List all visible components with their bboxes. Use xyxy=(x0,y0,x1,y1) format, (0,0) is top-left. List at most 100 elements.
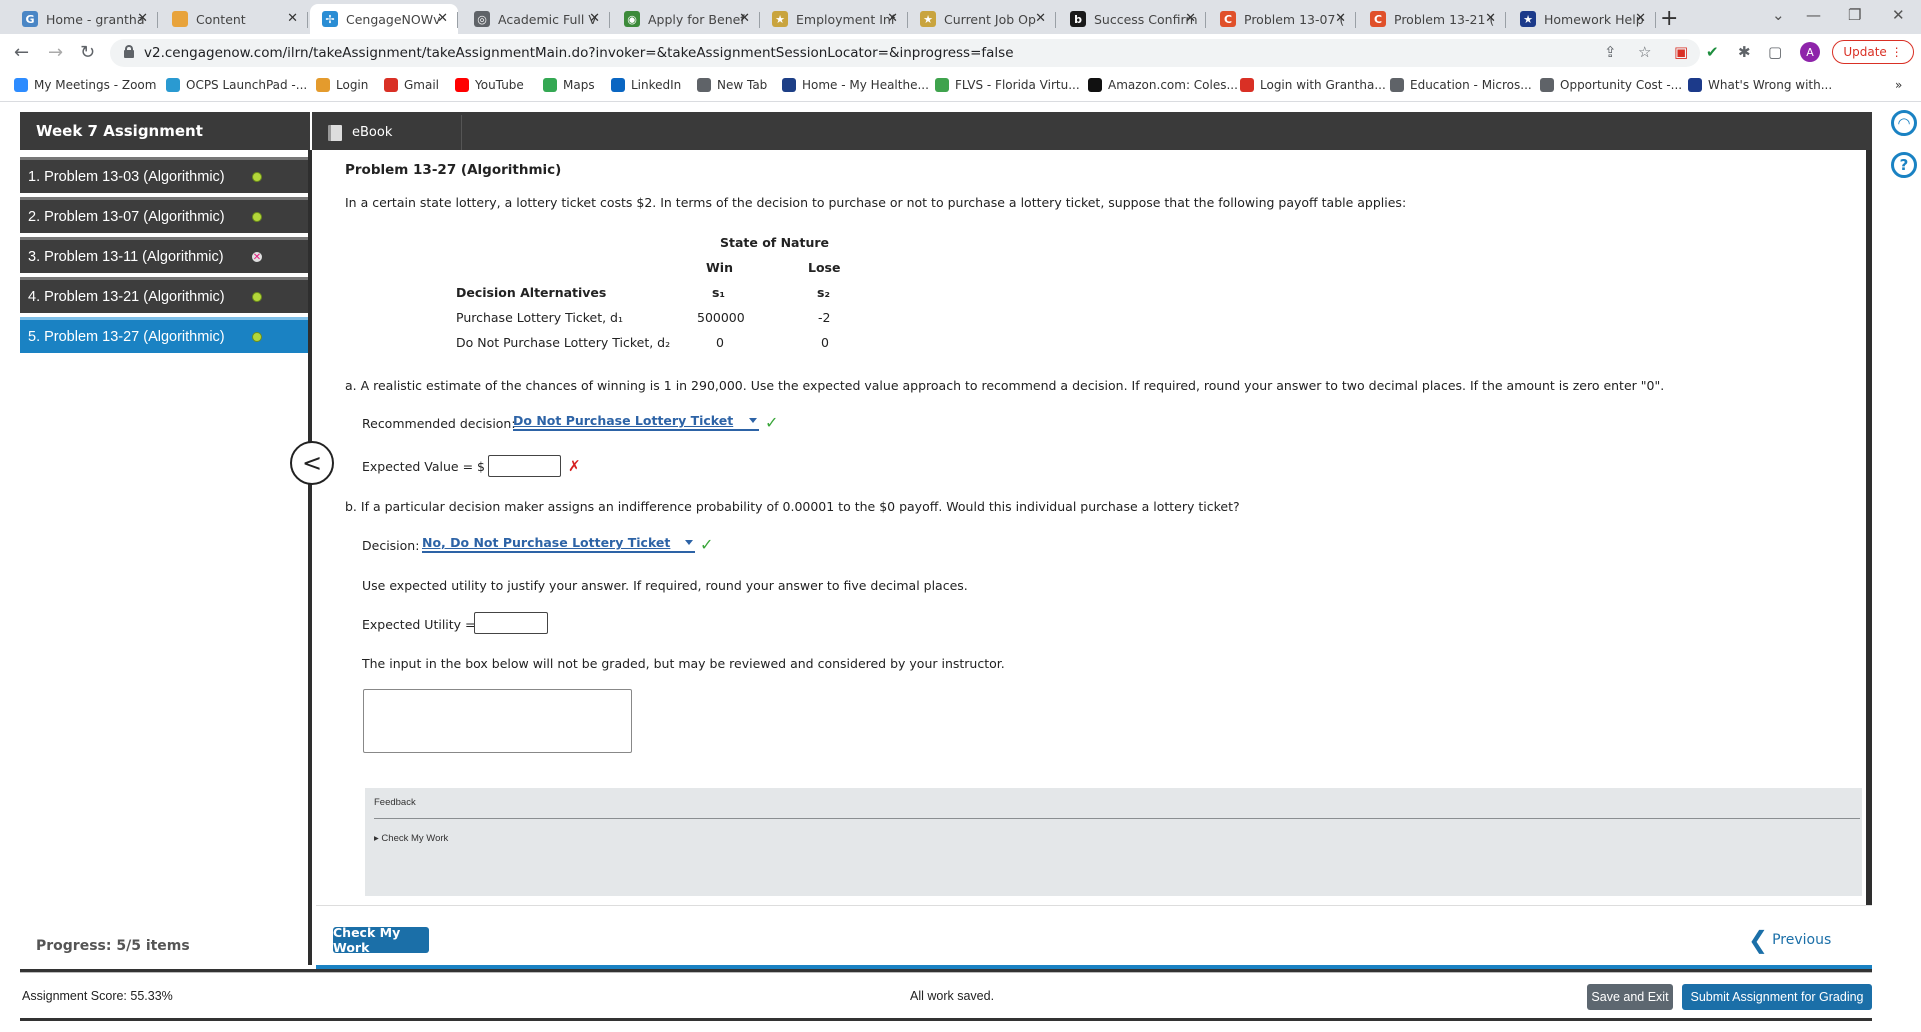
bookmark-item[interactable]: What's Wrong with... xyxy=(1688,78,1832,92)
tab-separator xyxy=(1355,12,1356,28)
nav-divider xyxy=(308,150,312,965)
problem-nav-item[interactable]: 2. Problem 13-07 (Algorithmic) xyxy=(20,197,310,233)
more-bookmarks-icon[interactable]: » xyxy=(1895,78,1902,92)
bookmark-item[interactable]: LinkedIn xyxy=(611,78,681,92)
bookmark-item[interactable]: YouTube xyxy=(455,78,524,92)
save-and-exit-button[interactable]: Save and Exit xyxy=(1587,984,1673,1010)
problem-nav-item[interactable]: 5. Problem 13-27 (Algorithmic) xyxy=(20,317,310,353)
tab-separator xyxy=(1055,12,1056,28)
restore-icon[interactable]: ❐ xyxy=(1848,6,1861,24)
bookmark-star-icon[interactable]: ☆ xyxy=(1638,43,1651,61)
row2-win: 0 xyxy=(716,335,724,350)
feedback-check-toggle[interactable]: ▸ Check My Work xyxy=(374,833,448,844)
bookmark-item[interactable]: Login with Grantha... xyxy=(1240,78,1386,92)
pdf-extension-icon[interactable]: ▣ xyxy=(1674,43,1688,61)
tab-search-icon[interactable]: ⌄ xyxy=(1772,6,1785,24)
bookmark-item[interactable]: Gmail xyxy=(384,78,439,92)
bookmark-item[interactable]: Login xyxy=(316,78,368,92)
side-panel-icon[interactable]: ▢ xyxy=(1768,43,1782,61)
tab-favicon-icon: ✢ xyxy=(322,11,338,27)
url-text: v2.cengagenow.com/ilrn/takeAssignment/ta… xyxy=(144,45,1014,61)
bookmark-label: Gmail xyxy=(404,78,440,92)
content-right-border xyxy=(1866,150,1872,960)
bookmark-label: New Tab xyxy=(717,78,768,92)
browser-tab[interactable]: G Home - grantha ✕ xyxy=(10,4,158,34)
browser-tab[interactable]: ◎ Academic Full V ✕ xyxy=(462,4,610,34)
share-icon[interactable]: ⇪ xyxy=(1604,43,1617,61)
close-tab-icon[interactable]: ✕ xyxy=(1335,11,1346,26)
bookmark-favicon-icon xyxy=(543,78,557,92)
tab-label: Home - grantha xyxy=(46,11,145,27)
browser-tab[interactable]: ★ Current Job Op ✕ xyxy=(908,4,1056,34)
bookmark-item[interactable]: New Tab xyxy=(697,78,767,92)
collapse-nav-button[interactable]: < xyxy=(290,441,334,485)
check-extension-icon[interactable]: ✔ xyxy=(1706,43,1719,61)
close-window-icon[interactable]: ✕ xyxy=(1892,6,1905,24)
feedback-panel xyxy=(365,788,1862,896)
decision-select[interactable]: No, Do Not Purchase Lottery Ticket xyxy=(422,535,695,553)
col-lose-header: Lose xyxy=(808,260,841,275)
close-tab-icon[interactable]: ✕ xyxy=(1035,11,1046,26)
close-tab-icon[interactable]: ✕ xyxy=(137,11,148,26)
browser-tab[interactable]: ◉ Apply for Benef ✕ xyxy=(612,4,760,34)
browser-tab[interactable]: ★ Homework Help ✕ xyxy=(1508,4,1656,34)
eu-label: Expected Utility = xyxy=(362,617,476,632)
problem-nav-item[interactable]: 3. Problem 13-11 (Algorithmic) ✕ xyxy=(20,237,310,273)
browser-tab[interactable]: C Problem 13-07 (✕ xyxy=(1208,4,1356,34)
bookmark-item[interactable]: FLVS - Florida Virtu... xyxy=(935,78,1080,92)
expected-value-input[interactable] xyxy=(488,455,561,477)
minimize-icon[interactable]: — xyxy=(1806,6,1821,24)
s1-header: s₁ xyxy=(712,285,725,300)
close-tab-icon[interactable]: ✕ xyxy=(739,11,750,26)
bookmark-item[interactable]: Amazon.com: Coles... xyxy=(1088,78,1238,92)
bookmark-item[interactable]: Education - Micros... xyxy=(1390,78,1532,92)
address-bar[interactable]: v2.cengagenow.com/ilrn/takeAssignment/ta… xyxy=(110,39,1700,67)
browser-tab[interactable]: ★ Employment Inf ✕ xyxy=(760,4,908,34)
bookmark-label: Amazon.com: Coles... xyxy=(1108,78,1238,92)
forward-icon[interactable]: → xyxy=(48,42,63,63)
close-tab-icon[interactable]: ✕ xyxy=(1485,11,1496,26)
tab-separator xyxy=(457,12,458,28)
submit-assignment-button[interactable]: Submit Assignment for Grading xyxy=(1682,984,1872,1010)
comment-textarea[interactable] xyxy=(363,689,632,753)
update-label: Update xyxy=(1843,45,1887,59)
bookmark-item[interactable]: Home - My Healthe... xyxy=(782,78,929,92)
close-tab-icon[interactable]: ✕ xyxy=(287,11,298,26)
extensions-puzzle-icon[interactable]: ✱ xyxy=(1738,43,1751,61)
close-tab-icon[interactable]: ✕ xyxy=(1185,11,1196,26)
help-icon[interactable]: ? xyxy=(1891,152,1917,178)
expected-utility-input[interactable] xyxy=(474,612,548,634)
ebook-tab[interactable]: eBook xyxy=(316,115,462,150)
browser-tab[interactable]: Content ✕ xyxy=(160,4,308,34)
previous-button[interactable]: ❮ Previous xyxy=(1748,926,1831,954)
status-ok-icon xyxy=(252,292,262,302)
chat-icon[interactable]: ◠ xyxy=(1891,110,1917,136)
bookmark-favicon-icon xyxy=(1390,78,1404,92)
bookmark-item[interactable]: OCPS LaunchPad -... xyxy=(166,78,307,92)
tab-label: Success Confirm xyxy=(1094,11,1198,27)
status-ok-icon xyxy=(252,212,262,222)
close-tab-icon[interactable]: ✕ xyxy=(589,11,600,26)
update-button[interactable]: Update ⋮ xyxy=(1832,40,1914,64)
assignment-score: Assignment Score: 55.33% xyxy=(22,989,173,1003)
book-icon xyxy=(328,124,342,141)
problem-nav-item[interactable]: 1. Problem 13-03 (Algorithmic) xyxy=(20,157,310,193)
profile-avatar[interactable]: A xyxy=(1800,42,1820,62)
problem-nav-item[interactable]: 4. Problem 13-21 (Algorithmic) xyxy=(20,277,310,313)
row1-lose: -2 xyxy=(818,310,831,325)
bookmark-item[interactable]: My Meetings - Zoom xyxy=(14,78,156,92)
new-tab-button[interactable]: + xyxy=(1660,6,1678,31)
browser-tab[interactable]: b Success Confirm ✕ xyxy=(1058,4,1206,34)
close-tab-icon[interactable]: ✕ xyxy=(1635,11,1646,26)
check-my-work-button[interactable]: Check My Work xyxy=(333,925,429,955)
browser-tab[interactable]: ✢ CengageNOWv ✕ xyxy=(310,4,458,34)
browser-tab[interactable]: C Problem 13-21 (✕ xyxy=(1358,4,1506,34)
back-icon[interactable]: ← xyxy=(14,42,29,63)
bookmark-item[interactable]: Opportunity Cost -... xyxy=(1540,78,1682,92)
bookmark-item[interactable]: Maps xyxy=(543,78,595,92)
close-tab-icon[interactable]: ✕ xyxy=(887,11,898,26)
close-tab-icon[interactable]: ✕ xyxy=(437,11,448,26)
reload-icon[interactable]: ↻ xyxy=(80,42,95,63)
tab-separator xyxy=(609,12,610,28)
rec-decision-select[interactable]: Do Not Purchase Lottery Ticket xyxy=(513,413,759,431)
